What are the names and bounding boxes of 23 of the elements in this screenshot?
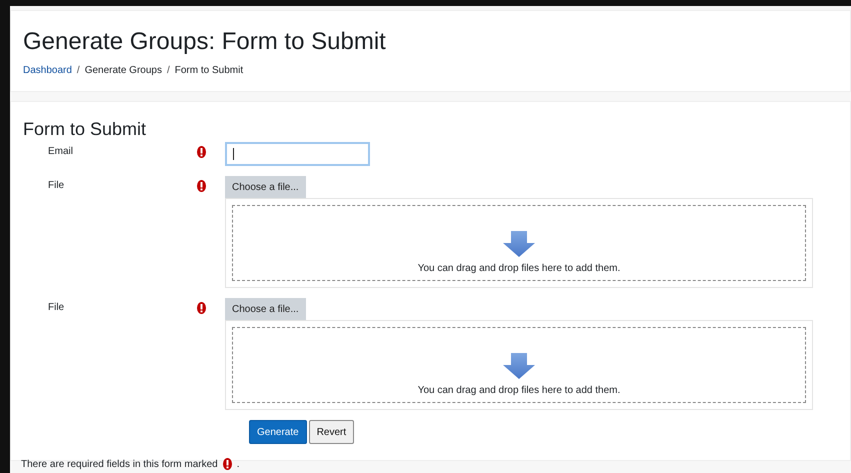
breadcrumb-separator: / — [76, 65, 80, 76]
breadcrumb-link[interactable]: Dashboard — [23, 65, 72, 76]
down-arrow-icon — [503, 353, 535, 379]
form-title: Form to Submit — [23, 118, 148, 140]
email-field[interactable] — [225, 142, 370, 166]
file-drop-zone[interactable]: You can drag and drop files here to add them. — [225, 198, 813, 288]
page-title: Generate Groups: Form to Submit — [23, 27, 387, 57]
field-label: File — [47, 301, 66, 313]
breadcrumb-item: Form to Submit — [174, 65, 244, 76]
breadcrumb-item: Generate Groups — [84, 65, 162, 76]
drop-hint: You can drag and drop files here to add them. — [418, 263, 620, 274]
down-arrow-icon — [503, 231, 535, 257]
generate-button[interactable]: Generate — [249, 420, 307, 444]
choose-file-button[interactable]: Choose a file... — [225, 176, 306, 198]
file-drop-zone[interactable]: You can drag and drop files here to add them. — [225, 320, 813, 410]
note-period: . — [236, 458, 240, 470]
field-label: Email — [47, 145, 74, 157]
breadcrumb-separator: / — [166, 65, 170, 76]
field-label: File — [47, 179, 66, 191]
drop-hint: You can drag and drop files here to add them. — [418, 385, 620, 396]
choose-file-button[interactable]: Choose a file... — [225, 298, 306, 320]
revert-button[interactable]: Revert — [308, 420, 354, 444]
required-note: There are required fields in this form marked — [21, 458, 218, 470]
